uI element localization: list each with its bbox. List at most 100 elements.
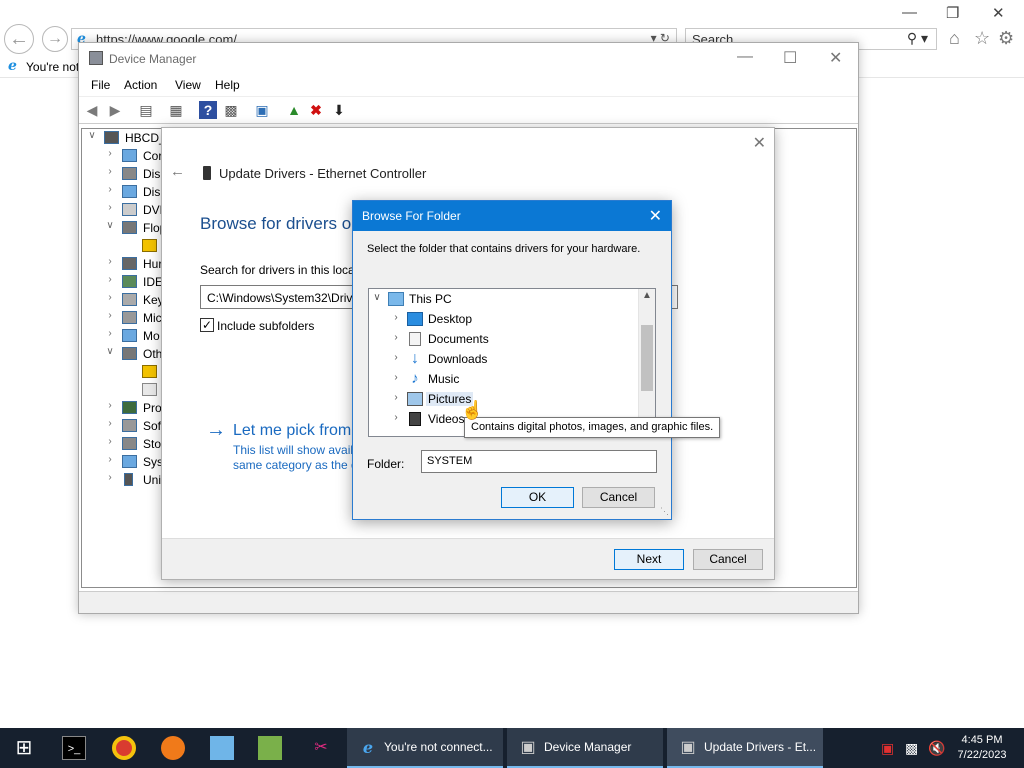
expand-icon[interactable]: › xyxy=(104,472,116,483)
expand-icon[interactable]: › xyxy=(104,436,116,447)
expand-icon[interactable]: › xyxy=(104,202,116,213)
paint-icon[interactable]: ✂ xyxy=(309,736,333,760)
pick-driver-link[interactable]: Let me pick from xyxy=(233,422,351,440)
computer-icon xyxy=(104,131,119,144)
restore-icon[interactable]: ❐ xyxy=(946,4,959,22)
tree-label: Hur xyxy=(143,257,163,271)
expand-icon[interactable]: › xyxy=(104,400,116,411)
menu-help[interactable]: Help xyxy=(215,78,240,92)
software-icon xyxy=(122,419,137,432)
tb-properties-icon[interactable]: ▤ xyxy=(137,101,155,119)
expand-icon[interactable]: › xyxy=(390,392,402,403)
warning-icon xyxy=(142,365,157,378)
expand-icon[interactable]: › xyxy=(104,418,116,429)
tb-forward-icon[interactable]: ▶ xyxy=(106,101,124,119)
menu-file[interactable]: File xyxy=(91,78,110,92)
music-icon: ♪ xyxy=(411,370,419,387)
color-tray-icon[interactable]: ▩ xyxy=(905,740,918,757)
ok-button[interactable]: OK xyxy=(501,487,574,508)
dm-close-icon[interactable]: ✕ xyxy=(829,48,842,68)
dm-minimize-icon[interactable]: — xyxy=(737,48,753,66)
collapse-icon[interactable]: ∨ xyxy=(371,292,383,303)
folder-item-documents[interactable]: › Documents xyxy=(369,329,639,349)
task-device-manager[interactable]: ▣ Device Manager xyxy=(507,728,663,768)
notepad-icon[interactable] xyxy=(258,736,282,760)
clock[interactable]: 4:45 PM 7/22/2023 xyxy=(952,733,1012,763)
taskbar: ⊞ >_ ✂ e You're not connect... ▣ Device … xyxy=(0,728,1024,768)
tb-help-icon[interactable]: ? xyxy=(199,101,217,119)
scroll-thumb[interactable] xyxy=(641,325,653,391)
desktop-icon xyxy=(407,312,423,326)
home-icon[interactable]: ⌂ xyxy=(949,28,960,49)
folder-input[interactable]: SYSTEM xyxy=(421,450,657,473)
expand-icon[interactable]: › xyxy=(104,274,116,285)
folder-tree-scrollbar[interactable]: ▲ ▼ xyxy=(638,289,655,436)
tb-back-icon[interactable]: ◀ xyxy=(83,101,101,119)
expand-icon[interactable]: › xyxy=(104,328,116,339)
chrome-icon[interactable] xyxy=(112,736,136,760)
expand-icon[interactable]: › xyxy=(104,256,116,267)
close-icon[interactable]: ✕ xyxy=(992,4,1005,22)
storage-icon xyxy=(122,437,137,450)
ud-back-icon[interactable]: ← xyxy=(170,163,185,180)
expand-icon[interactable]: › xyxy=(104,148,116,159)
search-icon[interactable]: ⚲ ▾ xyxy=(907,30,928,47)
include-subfolders-checkbox[interactable]: ✓ xyxy=(200,318,214,332)
scroll-up-icon[interactable]: ▲ xyxy=(642,290,652,301)
clock-date: 7/22/2023 xyxy=(957,749,1007,761)
tb-uninstall-icon[interactable]: ✖ xyxy=(307,101,325,119)
folder-label: Documents xyxy=(428,332,489,346)
dm-titlebar[interactable]: Device Manager — ☐ ✕ xyxy=(79,43,858,75)
settings-icon[interactable]: ⚙ xyxy=(998,28,1014,49)
folder-item-desktop[interactable]: › Desktop xyxy=(369,309,639,329)
ud-close-icon[interactable]: ✕ xyxy=(753,133,766,153)
bf-cancel-button[interactable]: Cancel xyxy=(582,487,655,508)
expand-icon[interactable]: › xyxy=(390,312,402,323)
tree-label: Mo xyxy=(143,329,160,343)
resize-grip-icon[interactable]: ⋱ xyxy=(660,506,669,517)
back-icon[interactable]: ← xyxy=(4,24,34,54)
menu-view[interactable]: View xyxy=(175,78,201,92)
task-update-drivers[interactable]: ▣ Update Drivers - Et... xyxy=(667,728,823,768)
menu-action[interactable]: Action xyxy=(124,78,157,92)
collapse-icon[interactable]: ∨ xyxy=(104,346,116,357)
collapse-icon[interactable]: ∨ xyxy=(104,220,116,231)
bf-close-icon[interactable]: ✕ xyxy=(649,206,662,226)
tb-list-icon[interactable]: ▦ xyxy=(167,101,185,119)
dm-maximize-icon[interactable]: ☐ xyxy=(783,48,797,68)
expand-icon[interactable]: › xyxy=(104,292,116,303)
folder-item-this-pc[interactable]: ∨ This PC xyxy=(369,289,639,309)
tb-download-icon[interactable]: ⬇ xyxy=(330,101,348,119)
ud-cancel-button[interactable]: Cancel xyxy=(693,549,763,570)
tb-update-driver-icon[interactable]: ▲ xyxy=(285,101,303,119)
folder-item-music[interactable]: › ♪ Music xyxy=(369,369,639,389)
expand-icon[interactable]: › xyxy=(390,372,402,383)
favorites-icon[interactable]: ☆ xyxy=(974,28,990,49)
expand-icon[interactable]: › xyxy=(390,332,402,343)
expand-icon[interactable]: › xyxy=(390,352,402,363)
collapse-icon[interactable]: ∨ xyxy=(86,130,98,141)
next-button[interactable]: Next xyxy=(614,549,684,570)
start-icon[interactable]: ⊞ xyxy=(12,736,36,760)
volume-muted-icon[interactable]: 🔇 xyxy=(928,740,945,757)
forward-icon[interactable]: → xyxy=(42,26,68,52)
cmd-icon[interactable]: >_ xyxy=(62,736,86,760)
expand-icon[interactable]: › xyxy=(390,412,402,423)
bf-titlebar[interactable]: Browse For Folder ✕ xyxy=(353,201,671,231)
folder-item-pictures[interactable]: › Pictures xyxy=(369,389,639,409)
folder-item-downloads[interactable]: › ↓ Downloads xyxy=(369,349,639,369)
tb-scan-icon[interactable]: ▣ xyxy=(253,101,271,119)
tb-view-icon[interactable]: ▩ xyxy=(222,101,240,119)
expand-icon[interactable]: › xyxy=(104,184,116,195)
ud-heading: Browse for drivers on xyxy=(200,214,361,233)
ide-icon xyxy=(122,275,137,288)
firefox-icon[interactable] xyxy=(161,736,185,760)
expand-icon[interactable]: › xyxy=(104,310,116,321)
explorer-icon[interactable] xyxy=(210,736,234,760)
task-ie[interactable]: e You're not connect... xyxy=(347,728,503,768)
network-tray-icon[interactable]: ▣ xyxy=(881,740,894,757)
expand-icon[interactable]: › xyxy=(104,166,116,177)
expand-icon[interactable]: › xyxy=(104,454,116,465)
minimize-icon[interactable]: — xyxy=(902,4,917,21)
include-subfolders-label[interactable]: Include subfolders xyxy=(217,319,314,333)
